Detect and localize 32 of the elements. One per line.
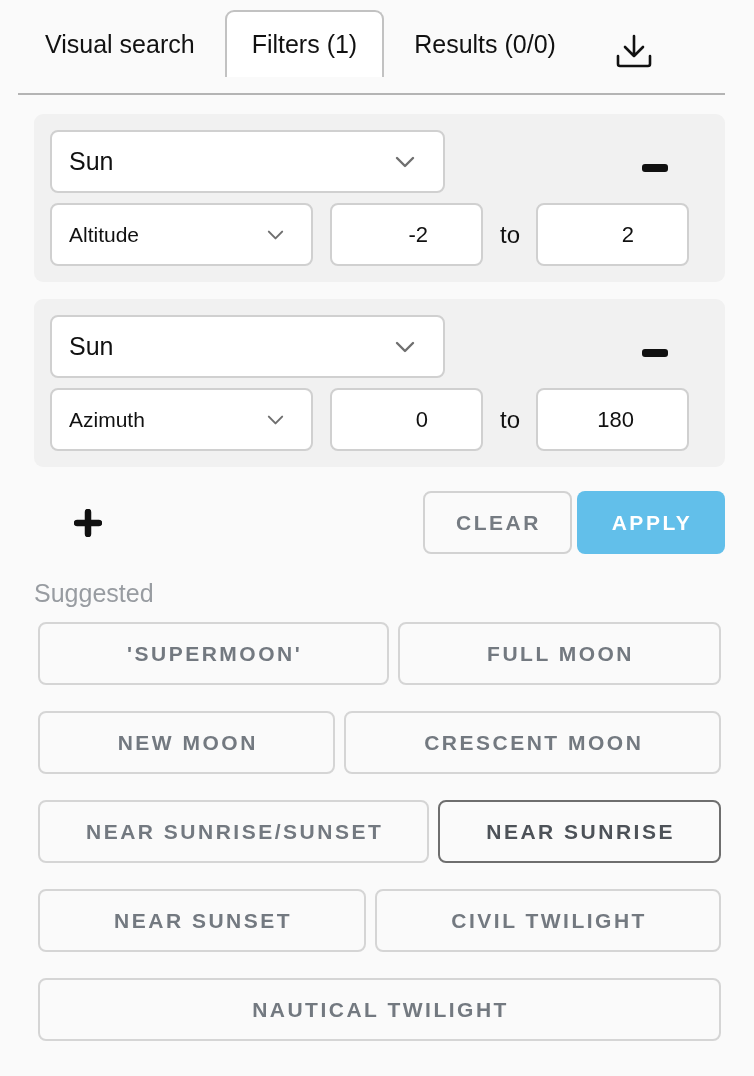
min-value-field[interactable]: -2 [330,203,483,266]
download-icon [615,33,652,68]
minus-icon [642,163,668,172]
chevron-down-icon [267,414,284,425]
tab[interactable]: Results (0/0) [387,10,583,77]
suggestion-chip[interactable]: 'SUPERMOON' [38,622,390,685]
suggestion-chip[interactable]: NEW MOON [38,711,336,774]
section-heading: Suggested [34,579,155,608]
property-dropdown[interactable]: Altitude [50,203,313,266]
plus-icon [74,508,102,537]
range-separator-text: to [500,220,520,249]
min-value-field[interactable]: 0 [330,388,483,451]
tab[interactable]: Filters (1) [224,10,385,77]
clear-button[interactable]: CLEAR [423,491,572,554]
chevron-down-icon [395,155,415,168]
property-dropdown[interactable]: Azimuth [50,388,313,451]
suggestion-chip[interactable]: NEAR SUNSET [38,889,367,952]
chevron-down-icon [395,340,415,353]
max-value-field[interactable]: 180 [536,388,689,451]
object-dropdown[interactable]: Sun [50,315,445,378]
suggestion-chip[interactable]: NEAR SUNRISE/SUNSET [38,800,430,863]
range-separator-text: to [500,405,520,434]
suggestion-chip[interactable]: NEAR SUNRISE [438,800,721,863]
max-value-field[interactable]: 2 [536,203,689,266]
suggestion-chip[interactable]: CIVIL TWILIGHT [375,889,721,952]
suggestion-chip[interactable]: CRESCENT MOON [344,711,721,774]
suggestion-chip[interactable]: NAUTICAL TWILIGHT [38,978,721,1041]
object-dropdown[interactable]: Sun [50,130,445,193]
suggestion-chip[interactable]: FULL MOON [398,622,721,685]
minus-icon [642,348,668,357]
tab[interactable]: Visual search [18,10,222,77]
chevron-down-icon [267,229,284,240]
